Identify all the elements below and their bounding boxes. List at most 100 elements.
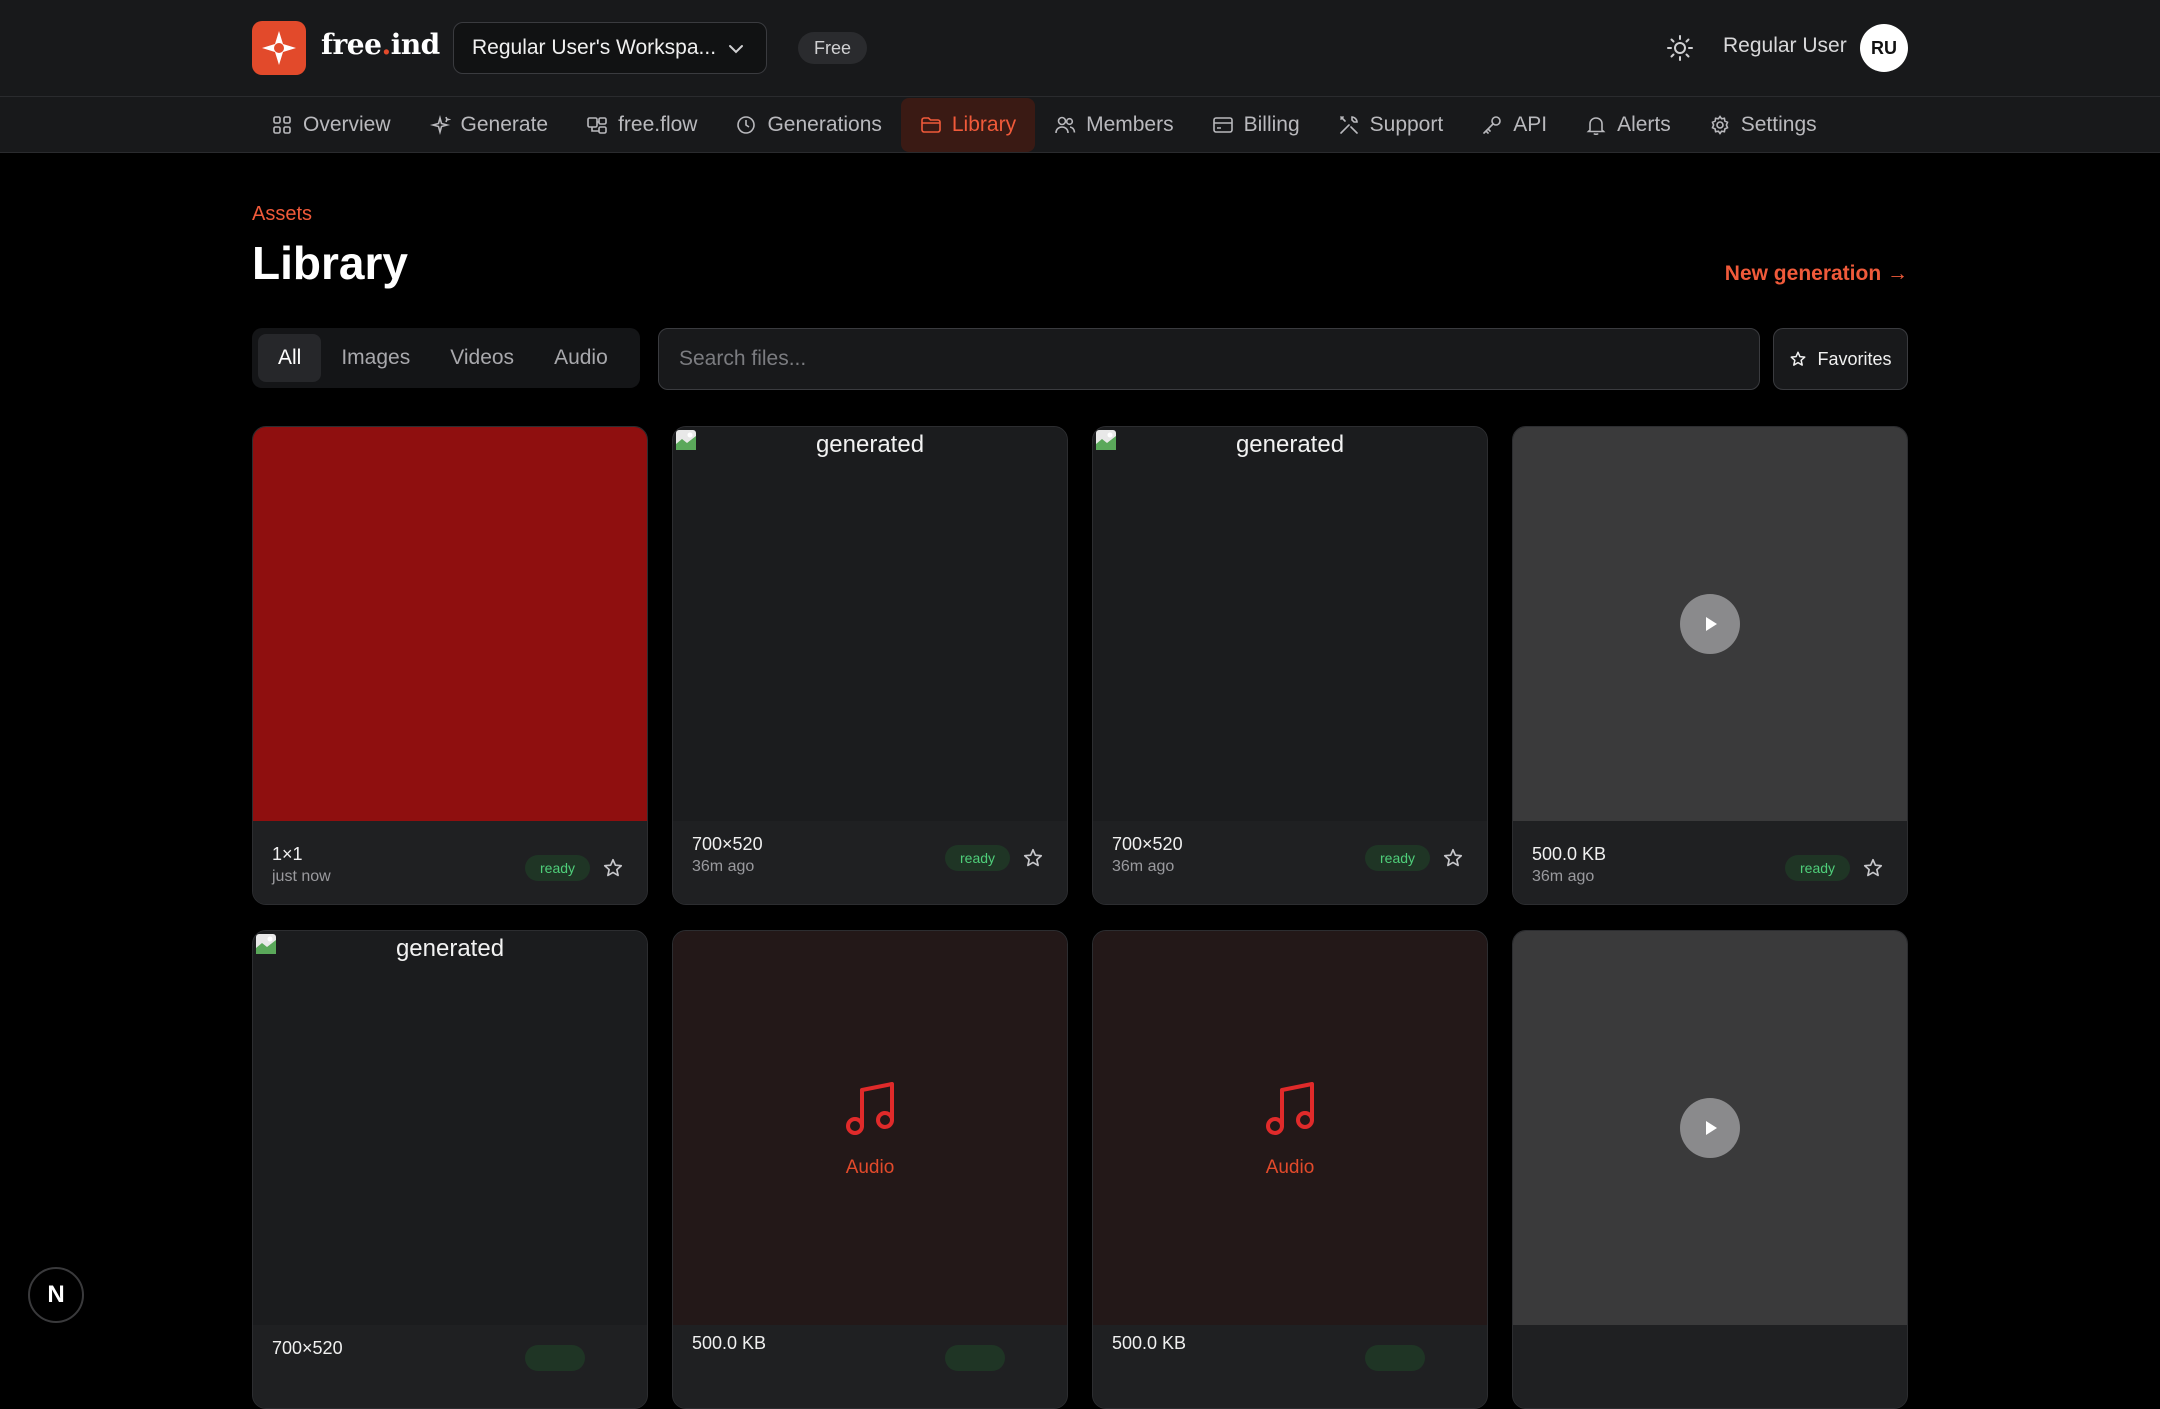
- asset-card[interactable]: generated 700×520: [252, 930, 648, 1409]
- asset-card[interactable]: 500.0 KB 36m ago ready: [1512, 426, 1908, 905]
- asset-thumbnail-swatch[interactable]: [253, 427, 647, 821]
- brand-logo-icon[interactable]: [252, 21, 306, 75]
- asset-card[interactable]: Audio 500.0 KB: [672, 930, 1068, 1409]
- asset-card[interactable]: generated 700×520 36m ago ready: [1092, 426, 1488, 905]
- brand-name[interactable]: free.ind: [321, 28, 440, 61]
- favorite-star-icon[interactable]: [1862, 857, 1884, 879]
- key-icon: [1483, 116, 1502, 134]
- broken-image-icon: [676, 430, 696, 450]
- asset-thumbnail-audio[interactable]: Audio: [1093, 931, 1487, 1325]
- status-badge: ready: [525, 855, 591, 881]
- card-footer: 1×1 just now ready: [253, 821, 647, 904]
- nav-label: API: [1513, 113, 1548, 136]
- asset-size: 500.0 KB: [1532, 844, 1607, 864]
- nav-label: Members: [1086, 113, 1174, 136]
- asset-thumbnail-image[interactable]: generated: [673, 427, 1067, 821]
- nav-label: Support: [1369, 113, 1444, 136]
- play-icon[interactable]: [1680, 1098, 1740, 1158]
- asset-dimensions: 700×520: [692, 834, 763, 854]
- nav-label: free.flow: [618, 113, 698, 136]
- nav-item-api[interactable]: API: [1462, 98, 1566, 152]
- filter-tab-videos[interactable]: Videos: [430, 334, 534, 382]
- nav-label: Alerts: [1617, 113, 1671, 136]
- filter-tab-audio[interactable]: Audio: [534, 334, 628, 382]
- grid-icon: [273, 116, 291, 134]
- nav-item-billing[interactable]: Billing: [1193, 98, 1319, 152]
- plan-badge: Free: [798, 32, 868, 64]
- broken-image-placeholder: generated: [1093, 427, 1487, 459]
- favorite-star-icon[interactable]: [602, 857, 624, 879]
- nav-item-members[interactable]: Members: [1035, 98, 1193, 152]
- status-badge: [1365, 1345, 1425, 1371]
- asset-card[interactable]: generated 700×520 36m ago ready: [672, 426, 1068, 905]
- flow-icon: [587, 117, 607, 134]
- asset-dimensions: 1×1: [272, 844, 303, 864]
- asset-thumbnail-image[interactable]: generated: [1093, 427, 1487, 821]
- status-badge: [525, 1345, 585, 1371]
- gear-icon: [1711, 115, 1729, 135]
- image-alt-text: generated: [395, 935, 505, 962]
- asset-card[interactable]: 1×1 just now ready: [252, 426, 648, 905]
- card-footer: 700×520 36m ago ready: [673, 821, 1067, 904]
- users-icon: [1055, 116, 1076, 134]
- asset-card[interactable]: Audio 500.0 KB: [1092, 930, 1488, 1409]
- filter-tab-images[interactable]: Images: [321, 334, 430, 382]
- workspace-selector[interactable]: Regular User's Workspa...: [453, 22, 767, 74]
- nav-item-support[interactable]: Support: [1319, 98, 1463, 152]
- status-badge: ready: [1365, 845, 1431, 871]
- nav-item-generations[interactable]: Generations: [716, 98, 900, 152]
- broken-image-icon: [1096, 430, 1116, 450]
- broken-image-placeholder: generated: [253, 931, 647, 963]
- favorite-star-icon[interactable]: [1022, 847, 1044, 869]
- search-input[interactable]: [658, 328, 1760, 390]
- asset-card[interactable]: [1512, 930, 1908, 1409]
- nav-item-overview[interactable]: Overview: [252, 98, 410, 152]
- new-generation-link[interactable]: New generation →: [1725, 262, 1908, 286]
- user-name[interactable]: Regular User: [1723, 34, 1847, 58]
- brand-name-end: ind: [390, 28, 441, 61]
- dev-tools-button[interactable]: N: [28, 1267, 84, 1323]
- card-footer: 500.0 KB 36m ago ready: [1513, 821, 1907, 904]
- nav-item-settings[interactable]: Settings: [1690, 98, 1836, 152]
- asset-thumbnail-video[interactable]: [1513, 427, 1907, 821]
- brand-name-dot: .: [381, 28, 391, 61]
- nav-item-generate[interactable]: Generate: [410, 98, 568, 152]
- nav-item-free-flow[interactable]: free.flow: [567, 98, 716, 152]
- breadcrumb[interactable]: Assets: [252, 203, 312, 226]
- nav-item-alerts[interactable]: Alerts: [1566, 98, 1690, 152]
- play-icon[interactable]: [1680, 594, 1740, 654]
- main-nav: Overview Generate free.flow Generations …: [0, 97, 2160, 153]
- asset-thumbnail-image[interactable]: generated: [253, 931, 647, 1325]
- tools-icon: [1339, 116, 1358, 134]
- avatar[interactable]: RU: [1860, 24, 1908, 72]
- nav-item-library[interactable]: Library: [900, 98, 1036, 152]
- asset-time: 36m ago: [1112, 858, 1175, 875]
- brand-name-main: free: [321, 28, 382, 61]
- asset-dimensions: 700×520: [272, 1338, 343, 1358]
- nav-label: Generations: [767, 113, 882, 136]
- status-badge: ready: [1785, 855, 1851, 881]
- audio-label: Audio: [1265, 1157, 1315, 1178]
- favorites-button[interactable]: Favorites: [1773, 328, 1908, 390]
- clock-icon: [737, 116, 756, 134]
- audio-label: Audio: [845, 1157, 895, 1178]
- card-footer: 700×520 36m ago ready: [1093, 821, 1487, 904]
- sun-icon[interactable]: [1666, 34, 1694, 62]
- sparkle-icon: [429, 114, 451, 136]
- page-title: Library: [252, 237, 408, 289]
- chevron-down-icon: [729, 45, 743, 54]
- card-footer: 700×520: [253, 1325, 647, 1408]
- asset-thumbnail-audio[interactable]: Audio: [673, 931, 1067, 1325]
- nav-label: Overview: [303, 113, 391, 136]
- asset-size: 500.0 KB: [692, 1333, 767, 1353]
- image-alt-text: generated: [1235, 431, 1345, 458]
- folder-icon: [921, 117, 941, 133]
- star-icon: [1790, 351, 1806, 366]
- status-badge: ready: [945, 845, 1011, 871]
- card-footer: 500.0 KB: [673, 1325, 1067, 1408]
- bell-icon: [1586, 117, 1606, 136]
- filter-tab-all[interactable]: All: [258, 334, 322, 382]
- asset-thumbnail-video[interactable]: [1513, 931, 1907, 1325]
- favorite-star-icon[interactable]: [1442, 847, 1464, 869]
- music-note-icon: [846, 1082, 894, 1135]
